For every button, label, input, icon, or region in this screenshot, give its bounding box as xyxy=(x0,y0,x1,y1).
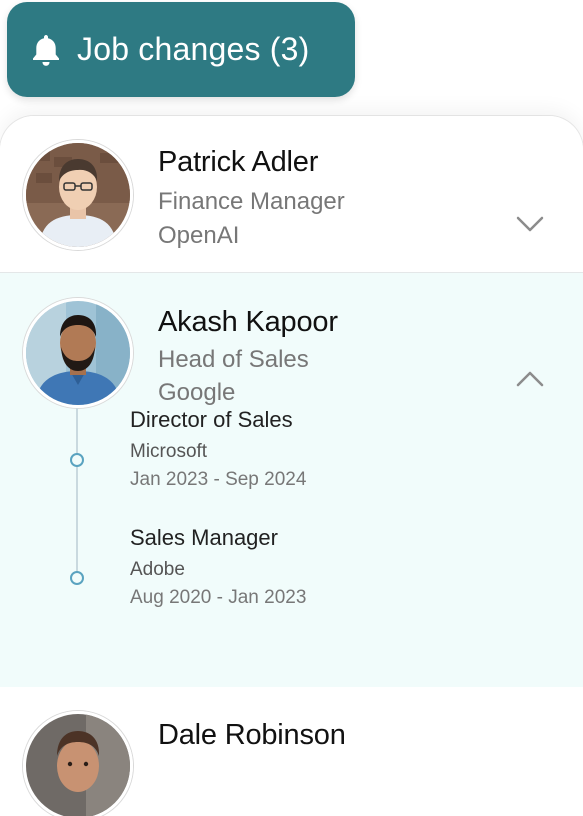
history-company: Microsoft xyxy=(130,441,208,462)
avatar xyxy=(23,140,133,250)
job-changes-badge[interactable]: Job changes (3) xyxy=(7,2,355,97)
contact-name: Dale Robinson xyxy=(158,719,346,751)
avatar xyxy=(23,298,133,408)
timeline-dot xyxy=(70,453,84,467)
contact-company: Google xyxy=(158,379,236,406)
bell-icon xyxy=(29,32,63,68)
contact-name: Akash Kapoor xyxy=(158,306,338,338)
history-company: Adobe xyxy=(130,559,185,580)
contact-company: OpenAI xyxy=(158,222,240,249)
timeline-dot xyxy=(70,571,84,585)
avatar xyxy=(23,711,133,816)
job-changes-list: Patrick Adler Finance Manager OpenAI Aka… xyxy=(0,116,583,816)
contact-title: Head of Sales xyxy=(158,346,309,373)
contact-name: Patrick Adler xyxy=(158,146,319,178)
chevron-down-icon[interactable] xyxy=(516,215,544,233)
history-dates: Jan 2023 - Sep 2024 xyxy=(130,469,307,490)
history-dates: Aug 2020 - Jan 2023 xyxy=(130,587,307,608)
badge-label: Job changes (3) xyxy=(77,31,310,67)
list-item-patrick-adler[interactable]: Patrick Adler Finance Manager OpenAI xyxy=(0,116,583,273)
list-item-dale-robinson[interactable]: Dale Robinson xyxy=(0,687,583,816)
chevron-up-icon[interactable] xyxy=(516,370,544,388)
history-title: Sales Manager xyxy=(130,525,278,550)
history-title: Director of Sales xyxy=(130,407,293,432)
contact-title: Finance Manager xyxy=(158,188,345,215)
timeline-line xyxy=(76,408,78,578)
